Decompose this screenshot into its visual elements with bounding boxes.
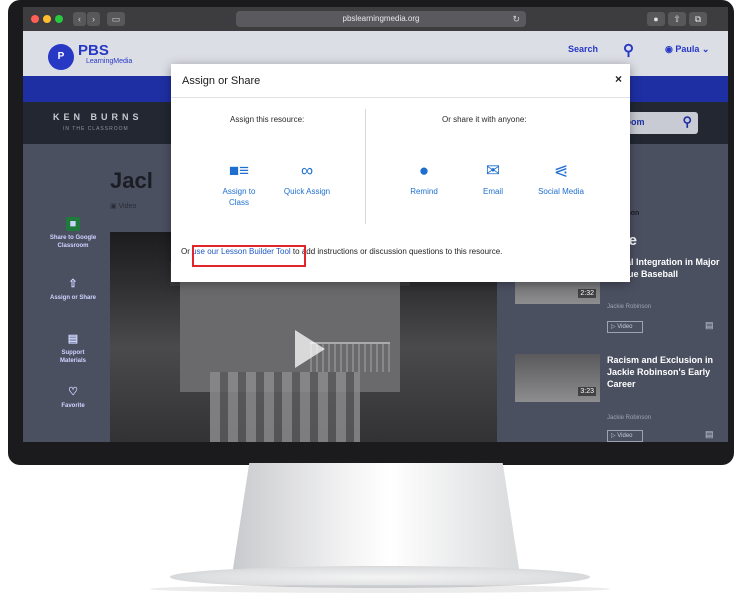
- banner-title: KEN BURNS: [53, 112, 143, 122]
- share-heading: Or share it with anyone:: [442, 115, 527, 124]
- action-label: Quick Assign: [283, 187, 331, 196]
- brand-subtitle: LearningMedia: [86, 58, 133, 65]
- monitor-mockup: ‹ › ▭ pbslearningmedia.org ↻ ● ⇧ ⧉ P PBS…: [0, 0, 739, 595]
- monitor-stand: [232, 463, 520, 575]
- related-card-subtitle: Jackie Robinson: [607, 304, 652, 310]
- document-icon: ▤: [67, 333, 79, 345]
- brand-name[interactable]: PBS: [78, 42, 109, 59]
- modal-title: Assign or Share: [182, 75, 261, 87]
- footer-prefix: Or: [181, 247, 193, 256]
- action-label: Email: [482, 187, 503, 196]
- maximize-window-icon[interactable]: [55, 15, 63, 23]
- sidebar-item-assign-share[interactable]: ⇧ Assign or Share: [48, 277, 98, 302]
- link-icon: ∞: [300, 161, 314, 180]
- video-duration: 2:32: [578, 289, 596, 298]
- email-button[interactable]: ✉ Email: [468, 159, 518, 197]
- tabs-overview-icon[interactable]: ⧉: [689, 12, 707, 26]
- footer-suffix: to add instructions or discussion questi…: [290, 247, 503, 256]
- downloads-icon[interactable]: ●: [647, 12, 665, 26]
- quick-assign-button[interactable]: ∞ Quick Assign: [282, 159, 332, 197]
- speech-bubble-icon: ●: [418, 161, 430, 180]
- video-duration: 3:23: [578, 387, 596, 396]
- play-icon[interactable]: [295, 330, 325, 368]
- sidebar-toggle-icon[interactable]: ▭: [107, 12, 125, 26]
- assign-to-class-button[interactable]: ■≡ Assign to Class: [214, 159, 264, 208]
- action-label: Social Media: [538, 187, 584, 196]
- resource-type-tag: ▣ Video: [110, 203, 137, 210]
- user-menu[interactable]: ◉ Paula ⌄: [665, 44, 709, 55]
- remind-button[interactable]: ● Remind: [399, 159, 449, 197]
- divider: [365, 109, 366, 224]
- heart-icon: ♡: [68, 386, 78, 398]
- monitor-screen: ‹ › ▭ pbslearningmedia.org ↻ ● ⇧ ⧉ P PBS…: [23, 7, 728, 442]
- document-icon[interactable]: ▤: [705, 429, 714, 440]
- video-frame-people: [210, 372, 360, 442]
- share-network-icon: ⪗: [553, 161, 569, 180]
- action-label: Remind: [410, 187, 438, 196]
- url-text: pbslearningmedia.org: [342, 14, 420, 23]
- google-classroom-icon: ■: [66, 217, 80, 231]
- related-card-subtitle: Jackie Robinson: [607, 415, 652, 421]
- browser-toolbar: ‹ › ▭ pbslearningmedia.org ↻ ● ⇧ ⧉: [23, 7, 728, 31]
- sidebar-item-favorite[interactable]: ♡ Favorite: [48, 385, 98, 410]
- close-window-icon[interactable]: [31, 15, 39, 23]
- sidebar-item-label: Share to Google Classroom: [49, 235, 97, 249]
- minimize-window-icon[interactable]: [43, 15, 51, 23]
- pbs-logo-icon[interactable]: P: [48, 44, 74, 70]
- share-browser-icon[interactable]: ⇧: [668, 12, 686, 26]
- sidebar-item-support-materials[interactable]: ▤ Support Materials: [48, 332, 98, 365]
- share-icon: ⇧: [68, 278, 78, 290]
- related-card-title[interactable]: Racism and Exclusion in Jackie Robinson'…: [607, 354, 722, 390]
- sidebar-item-label: Assign or Share: [49, 295, 96, 301]
- highlight-annotation: [192, 245, 306, 267]
- back-icon[interactable]: ‹: [73, 12, 86, 26]
- action-label: Assign to Class: [222, 187, 256, 207]
- banner-subtitle: IN THE CLASSROOM: [63, 126, 129, 132]
- document-icon[interactable]: ▤: [705, 320, 714, 331]
- teacher-icon: ■≡: [228, 161, 250, 180]
- user-name: Paula: [675, 44, 700, 54]
- search-icon[interactable]: ⚲: [682, 114, 692, 130]
- monitor-shadow: [150, 585, 610, 593]
- sidebar-item-label: Favorite: [61, 403, 85, 409]
- related-card-type: ▷ Video: [607, 321, 643, 333]
- search-icon[interactable]: ⚲: [623, 41, 634, 59]
- header-search-link[interactable]: Search: [568, 44, 598, 54]
- social-media-button[interactable]: ⪗ Social Media: [536, 159, 586, 197]
- related-thumbnail[interactable]: 3:23: [515, 354, 600, 402]
- related-card-type: ▷ Video: [607, 430, 643, 442]
- close-icon[interactable]: ×: [615, 72, 622, 86]
- reload-icon[interactable]: ↻: [512, 11, 520, 27]
- address-bar[interactable]: pbslearningmedia.org ↻: [236, 11, 526, 27]
- sidebar-item-label: Support Materials: [59, 350, 86, 364]
- forward-icon[interactable]: ›: [87, 12, 100, 26]
- envelope-icon: ✉: [485, 161, 501, 180]
- assign-heading: Assign this resource:: [230, 115, 305, 124]
- page-title: Jacl: [110, 168, 153, 193]
- sidebar-item-google-classroom[interactable]: ■ Share to Google Classroom: [48, 217, 98, 250]
- divider: [171, 97, 630, 98]
